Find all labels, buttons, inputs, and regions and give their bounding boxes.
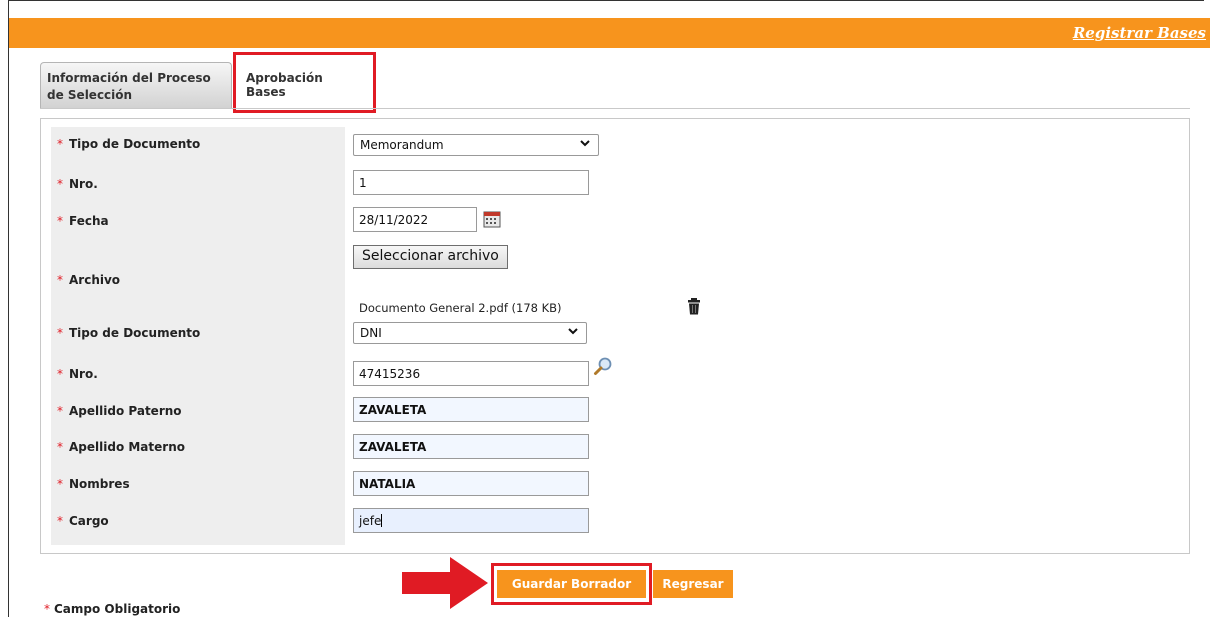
- tab-informacion-proceso[interactable]: Información del Proceso de Selección: [40, 62, 232, 108]
- file-name-text: Documento General 2.pdf (178 KB): [359, 301, 562, 315]
- nro-input[interactable]: 1: [353, 170, 589, 195]
- select-value: DNI: [360, 326, 382, 340]
- label-text: Cargo: [69, 514, 109, 528]
- calendar-icon[interactable]: [483, 210, 501, 228]
- required-mark: *: [57, 367, 63, 381]
- page: Registrar Bases Información del Proceso …: [0, 0, 1210, 617]
- nro-2-input[interactable]: 47415236: [353, 361, 589, 386]
- apellido-materno-input[interactable]: ZAVALETA: [353, 434, 589, 459]
- registrar-bases-link[interactable]: Registrar Bases: [1073, 24, 1206, 42]
- required-mark: *: [57, 214, 63, 228]
- label-apellido-paterno: * Apellido Paterno: [57, 404, 182, 418]
- required-mark: *: [57, 273, 63, 287]
- label-nombres: * Nombres: [57, 477, 130, 491]
- required-mark: *: [57, 177, 63, 191]
- footnote-text: Campo Obligatorio: [54, 602, 181, 616]
- label-text: Tipo de Documento: [69, 326, 201, 340]
- label-apellido-materno: * Apellido Materno: [57, 440, 185, 454]
- search-icon[interactable]: [593, 356, 613, 376]
- trash-icon[interactable]: [687, 298, 701, 315]
- tipo-documento-select[interactable]: Memorandum: [353, 134, 599, 156]
- required-field-note: * Campo Obligatorio: [44, 602, 180, 616]
- guardar-borrador-button[interactable]: Guardar Borrador: [497, 570, 646, 598]
- label-text: Tipo de Documento: [69, 137, 201, 151]
- label-text: Fecha: [69, 214, 109, 228]
- tab-aprobacion-bases[interactable]: Aprobación Bases: [232, 62, 370, 110]
- label-tipo-documento-2: * Tipo de Documento: [57, 326, 200, 340]
- header-bar: Registrar Bases: [9, 18, 1210, 48]
- label-text: Apellido Materno: [69, 440, 185, 454]
- label-text: Nro.: [69, 177, 98, 191]
- required-mark: *: [57, 326, 63, 340]
- select-file-button[interactable]: Seleccionar archivo: [353, 245, 508, 269]
- required-mark: *: [57, 477, 63, 491]
- apellido-paterno-input[interactable]: ZAVALETA: [353, 397, 589, 422]
- regresar-button[interactable]: Regresar: [653, 570, 733, 598]
- fecha-input[interactable]: 28/11/2022: [353, 207, 477, 232]
- label-nro-1: * Nro.: [57, 177, 98, 191]
- cargo-value: jefe: [359, 514, 382, 528]
- label-archivo: * Archivo: [57, 273, 120, 287]
- label-text: Nro.: [69, 367, 98, 381]
- cargo-input[interactable]: jefe: [353, 508, 589, 533]
- label-text: Archivo: [69, 273, 121, 287]
- chevron-down-icon: [568, 328, 578, 335]
- chevron-down-icon: [580, 140, 590, 147]
- required-mark: *: [57, 514, 63, 528]
- label-tipo-documento-1: * Tipo de Documento: [57, 137, 200, 151]
- red-arrow-annotation: [402, 557, 488, 609]
- label-cargo: * Cargo: [57, 514, 109, 528]
- label-fecha: * Fecha: [57, 214, 109, 228]
- text-caret: [381, 514, 383, 527]
- tipo-documento-2-select[interactable]: DNI: [353, 322, 587, 344]
- required-mark: *: [57, 137, 63, 151]
- label-text: Nombres: [69, 477, 130, 491]
- label-text: Apellido Paterno: [69, 404, 182, 418]
- required-mark: *: [44, 602, 50, 616]
- label-nro-2: * Nro.: [57, 367, 98, 381]
- select-value: Memorandum: [360, 138, 444, 152]
- nombres-input[interactable]: NATALIA: [353, 471, 589, 496]
- required-mark: *: [57, 404, 63, 418]
- tab-divider: [40, 108, 1190, 109]
- required-mark: *: [57, 440, 63, 454]
